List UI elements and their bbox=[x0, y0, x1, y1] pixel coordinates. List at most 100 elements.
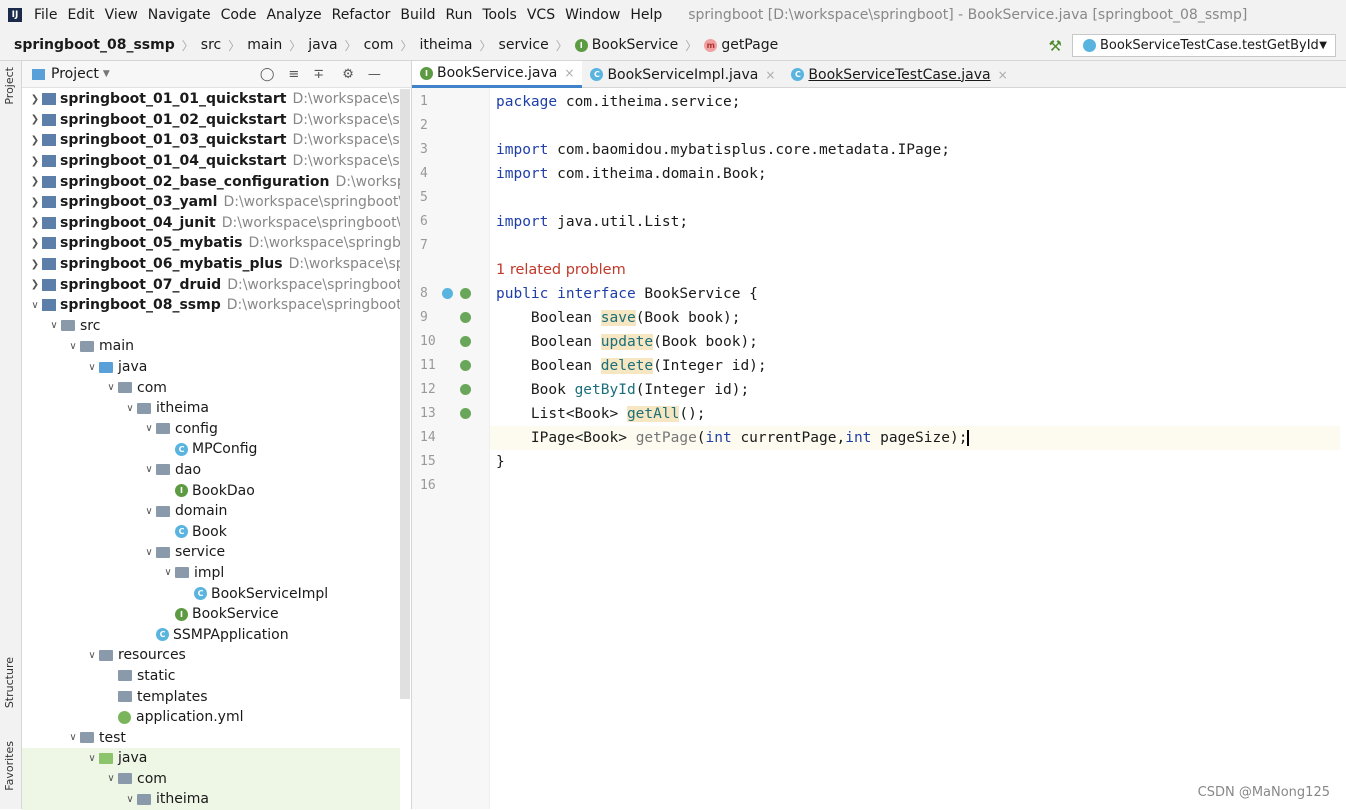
close-icon[interactable]: × bbox=[765, 68, 775, 82]
chevron-down-icon[interactable]: ∨ bbox=[142, 464, 156, 475]
menu-run[interactable]: Run bbox=[446, 7, 473, 23]
code-line[interactable]: import com.baomidou.mybatisplus.core.met… bbox=[496, 138, 1346, 162]
chevron-right-icon[interactable]: ❯ bbox=[28, 114, 42, 125]
tree-item[interactable]: ❯ springboot_01_03_quickstart D:\workspace… bbox=[22, 130, 400, 151]
menu-tools[interactable]: Tools bbox=[482, 7, 517, 23]
gear-icon[interactable]: ⚙ bbox=[342, 67, 354, 82]
chevron-right-icon[interactable]: ❯ bbox=[28, 197, 42, 208]
chevron-right-icon[interactable]: ❯ bbox=[28, 217, 42, 228]
breadcrumb-item[interactable]: I BookService bbox=[574, 37, 678, 53]
menu-code[interactable]: Code bbox=[221, 7, 257, 23]
code-area[interactable]: package com.itheima.service; import com.b… bbox=[490, 88, 1346, 809]
chevron-right-icon[interactable]: ❯ bbox=[28, 238, 42, 249]
chevron-down-icon[interactable]: ∨ bbox=[85, 650, 99, 661]
tree-item[interactable]: ∨ test bbox=[22, 727, 400, 748]
tree-item[interactable]: templates bbox=[22, 686, 400, 707]
tree-item[interactable]: static bbox=[22, 666, 400, 687]
tree-item[interactable]: I BookDao bbox=[22, 480, 400, 501]
project-tool-button[interactable]: Project bbox=[3, 67, 16, 105]
breadcrumb-item[interactable]: src bbox=[201, 37, 221, 53]
tab-bookservicetestcase[interactable]: C BookServiceTestCase.java × bbox=[783, 61, 1015, 88]
tree-item[interactable]: C SSMPApplication bbox=[22, 624, 400, 645]
close-icon[interactable]: × bbox=[998, 68, 1008, 82]
implemented-method-icon[interactable] bbox=[460, 408, 471, 419]
chevron-down-icon[interactable]: ∨ bbox=[85, 362, 99, 373]
tab-bookserviceimpl[interactable]: C BookServiceImpl.java × bbox=[582, 61, 783, 88]
menu-window[interactable]: Window bbox=[565, 7, 620, 23]
chevron-down-icon[interactable]: ∨ bbox=[142, 547, 156, 558]
tree-item[interactable]: C BookServiceImpl bbox=[22, 583, 400, 604]
implemented-method-icon[interactable] bbox=[460, 360, 471, 371]
menu-edit[interactable]: Edit bbox=[67, 7, 94, 23]
tree-item[interactable]: ∨ config bbox=[22, 419, 400, 440]
tree-item[interactable]: C Book bbox=[22, 521, 400, 542]
tree-item[interactable]: ∨ service bbox=[22, 542, 400, 563]
code-line[interactable]: IPage<Book> getPage(int currentPage,int … bbox=[490, 426, 1340, 450]
breadcrumb-item[interactable]: itheima bbox=[420, 37, 473, 53]
close-icon[interactable]: × bbox=[564, 66, 574, 80]
code-line[interactable]: Book getById(Integer id); bbox=[496, 378, 1346, 402]
chevron-down-icon[interactable]: ∨ bbox=[104, 382, 118, 393]
tree-item[interactable]: ❯ springboot_02_base_configuration D:\work… bbox=[22, 171, 400, 192]
tree-item[interactable]: ∨ src bbox=[22, 316, 400, 337]
chevron-down-icon[interactable]: ∨ bbox=[104, 773, 118, 784]
code-line[interactable]: Boolean save(Book book); bbox=[496, 306, 1346, 330]
favorites-tool-button[interactable]: Favorites bbox=[3, 741, 16, 791]
tab-bookservice[interactable]: I BookService.java × bbox=[412, 61, 583, 88]
tree-item[interactable]: ❯ springboot_04_junit D:\workspace\springb… bbox=[22, 213, 400, 234]
chevron-down-icon[interactable]: ∨ bbox=[123, 403, 137, 414]
chevron-down-icon[interactable]: ∨ bbox=[142, 506, 156, 517]
code-line[interactable] bbox=[496, 114, 1346, 138]
code-line[interactable] bbox=[496, 474, 1346, 498]
chevron-down-icon[interactable]: ∨ bbox=[28, 300, 42, 311]
tree-item[interactable]: ∨ java bbox=[22, 748, 400, 769]
menu-build[interactable]: Build bbox=[400, 7, 435, 23]
tree-item[interactable]: ∨ dao bbox=[22, 460, 400, 481]
code-line[interactable]: Boolean update(Book book); bbox=[496, 330, 1346, 354]
chevron-right-icon[interactable]: ❯ bbox=[28, 259, 42, 270]
chevron-down-icon[interactable]: ∨ bbox=[85, 753, 99, 764]
code-line[interactable]: import com.itheima.domain.Book; bbox=[496, 162, 1346, 186]
scrollbar[interactable] bbox=[400, 89, 410, 699]
chevron-down-icon[interactable]: ∨ bbox=[66, 341, 80, 352]
related-problem-hint[interactable]: 1 related problem bbox=[496, 258, 1346, 282]
menu-refactor[interactable]: Refactor bbox=[332, 7, 391, 23]
breadcrumb-item[interactable]: com bbox=[364, 37, 394, 53]
tree-item[interactable]: ∨ springboot_08_ssmp D:\workspace\springbo… bbox=[22, 295, 400, 316]
menu-help[interactable]: Help bbox=[630, 7, 662, 23]
tree-item[interactable]: C MPConfig bbox=[22, 439, 400, 460]
code-line[interactable]: Boolean delete(Integer id); bbox=[496, 354, 1346, 378]
spring-bean-icon[interactable] bbox=[442, 288, 453, 299]
tree-item[interactable]: ∨ impl bbox=[22, 563, 400, 584]
implemented-method-icon[interactable] bbox=[460, 384, 471, 395]
tree-item[interactable]: ❯ springboot_07_druid D:\workspace\springb… bbox=[22, 274, 400, 295]
run-configuration-select[interactable]: BookServiceTestCase.testGetById ▼ bbox=[1072, 34, 1336, 57]
tree-item[interactable]: ∨ domain bbox=[22, 501, 400, 522]
code-line[interactable]: import java.util.List; bbox=[496, 210, 1346, 234]
locate-icon[interactable]: ◯ bbox=[260, 67, 275, 82]
tree-item[interactable]: ❯ springboot_05_mybatis D:\workspace\sprin… bbox=[22, 233, 400, 254]
code-line[interactable]: public interface BookService { bbox=[496, 282, 1346, 306]
menu-file[interactable]: File bbox=[34, 7, 57, 23]
tree-item[interactable]: ∨ resources bbox=[22, 645, 400, 666]
breadcrumb-item[interactable]: springboot_08_ssmp bbox=[14, 37, 175, 53]
tree-item[interactable]: ∨ com bbox=[22, 377, 400, 398]
chevron-down-icon[interactable]: ∨ bbox=[142, 423, 156, 434]
code-line[interactable]: List<Book> getAll(); bbox=[496, 402, 1346, 426]
tree-item[interactable]: I BookService bbox=[22, 604, 400, 625]
tree-item[interactable]: ❯ springboot_01_01_quickstart D:\workspace… bbox=[22, 89, 400, 110]
project-view-select[interactable]: Project bbox=[51, 66, 99, 82]
chevron-right-icon[interactable]: ❯ bbox=[28, 94, 42, 105]
collapse-all-icon[interactable]: ∓ bbox=[313, 67, 324, 82]
implemented-method-icon[interactable] bbox=[460, 288, 471, 299]
structure-tool-button[interactable]: Structure bbox=[3, 657, 16, 708]
chevron-down-icon[interactable]: ∨ bbox=[66, 732, 80, 743]
build-hammer-icon[interactable]: ⚒ bbox=[1049, 37, 1062, 55]
chevron-down-icon[interactable]: ∨ bbox=[47, 320, 61, 331]
tree-item[interactable]: ❯ springboot_03_yaml D:\workspace\springbo… bbox=[22, 192, 400, 213]
chevron-right-icon[interactable]: ❯ bbox=[28, 135, 42, 146]
chevron-down-icon[interactable]: ∨ bbox=[123, 794, 137, 805]
menu-vcs[interactable]: VCS bbox=[527, 7, 555, 23]
breadcrumb-item[interactable]: service bbox=[499, 37, 549, 53]
code-line[interactable] bbox=[496, 234, 1346, 258]
